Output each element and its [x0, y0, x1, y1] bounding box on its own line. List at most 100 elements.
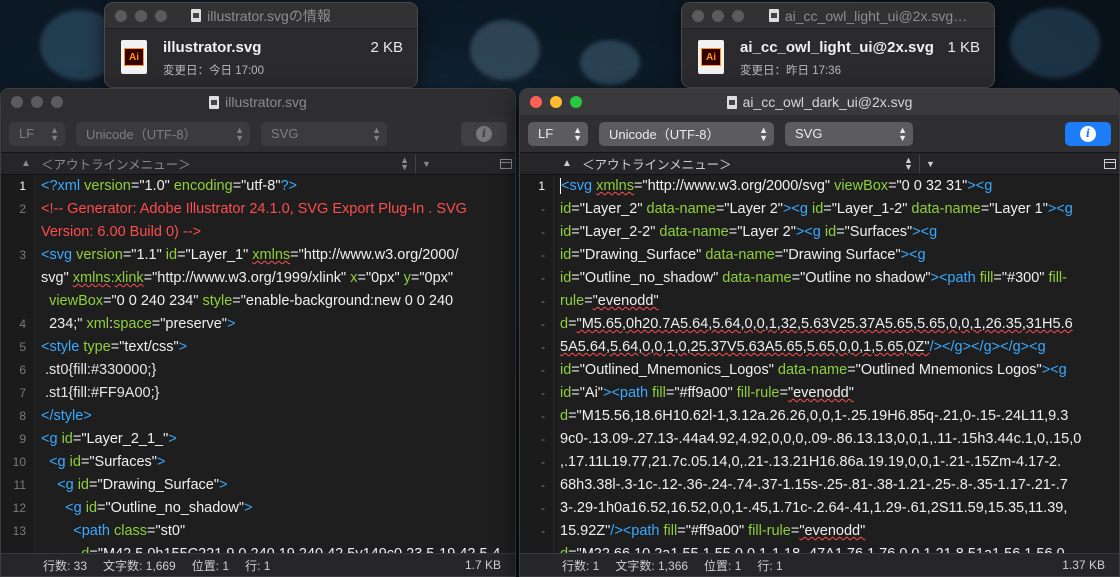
- cursor-row: 行: 1: [245, 558, 271, 573]
- line-number: -: [541, 386, 545, 400]
- illustrator-file-icon: Ai: [121, 40, 147, 74]
- minimize-button[interactable]: [31, 96, 43, 108]
- line-number: -: [541, 478, 545, 492]
- line-number-gutter: 1----------------: [520, 175, 554, 564]
- split-view-button[interactable]: [1101, 155, 1119, 173]
- cursor-row: 行: 1: [757, 558, 783, 573]
- line-number: -: [541, 501, 545, 515]
- editor-title: illustrator.svg: [225, 94, 307, 110]
- editor-titlebar[interactable]: ai_cc_owl_dark_ui@2x.svg: [520, 89, 1119, 115]
- zoom-button[interactable]: [570, 96, 582, 108]
- line-number: -: [541, 455, 545, 469]
- editor-toolbar: LF ▲ ▼ Unicode（UTF-8） ▲ ▼ SVG ▲ ▼ i: [520, 115, 1119, 153]
- updown-icon: ▲ ▼: [235, 124, 244, 143]
- editor-title: ai_cc_owl_dark_ui@2x.svg: [742, 94, 913, 110]
- minimize-button[interactable]: [712, 9, 724, 22]
- code-text[interactable]: <svg xmlns="http://www.w3.org/2000/svg" …: [554, 175, 1119, 564]
- line-number: 9: [19, 432, 26, 446]
- chevron-up-icon[interactable]: ▲: [556, 158, 578, 169]
- modified-date: 変更日：昨日 17:36: [740, 65, 841, 77]
- line-number: -: [541, 524, 545, 538]
- split-icon: [1104, 158, 1116, 169]
- zoom-button[interactable]: [51, 96, 63, 108]
- line-number: -: [541, 225, 545, 239]
- line-ending-select[interactable]: LF ▲ ▼: [9, 121, 65, 146]
- split-view-button[interactable]: [497, 155, 515, 173]
- cursor-position: 位置: 1: [191, 558, 230, 573]
- line-number: 13: [12, 524, 26, 538]
- line-number: 1: [19, 179, 26, 193]
- line-number: 11: [13, 478, 26, 492]
- zoom-button[interactable]: [732, 9, 744, 22]
- chevron-down-icon[interactable]: ▼: [918, 154, 941, 173]
- close-button[interactable]: [530, 96, 542, 108]
- line-number: -: [541, 317, 545, 331]
- line-number: 6: [19, 363, 26, 377]
- line-number: -: [541, 340, 545, 354]
- line-ending-select[interactable]: LF ▲ ▼: [528, 121, 588, 146]
- outline-menu[interactable]: ＜アウトラインメニュー＞: [37, 154, 394, 173]
- syntax-select[interactable]: SVG ▲ ▼: [785, 121, 913, 146]
- modified-date: 変更日：今日 17:00: [163, 65, 264, 77]
- info-button[interactable]: i: [1065, 121, 1111, 146]
- document-icon: [726, 95, 737, 109]
- syntax-select[interactable]: SVG ▲ ▼: [261, 121, 387, 146]
- file-info-window: illustrator.svgの情報 Ai illustrator.svg 変更…: [104, 2, 418, 88]
- document-size: 1.37 KB: [1062, 558, 1105, 572]
- updown-icon: ▲ ▼: [50, 124, 59, 143]
- encoding-select[interactable]: Unicode（UTF-8） ▲ ▼: [76, 121, 250, 146]
- editor-window-left: illustrator.svg LF ▲ ▼ Unicode（UTF-8） ▲ ▼ SV…: [0, 88, 516, 577]
- minimize-button[interactable]: [135, 9, 147, 22]
- file-name: ai_cc_owl_light_ui@2x.svg: [740, 39, 934, 56]
- line-number: -: [541, 202, 545, 216]
- info-button[interactable]: i: [461, 121, 507, 146]
- line-number: 1: [538, 179, 545, 193]
- info-window-title: ai_cc_owl_light_ui@2x.svg…: [784, 7, 968, 24]
- file-size: 1 KB: [947, 39, 980, 56]
- status-bar: 行数: 33 文字数: 1,669 位置: 1 行: 1 1.7 KB: [1, 553, 515, 576]
- line-count: 行数: 33: [43, 558, 88, 573]
- updown-icon: ▲ ▼: [573, 124, 582, 143]
- minimize-button[interactable]: [550, 96, 562, 108]
- char-count: 文字数: 1,366: [615, 558, 689, 573]
- document-icon: [768, 9, 779, 22]
- editor-titlebar[interactable]: illustrator.svg: [1, 89, 515, 115]
- line-number: 2: [19, 202, 26, 216]
- close-button[interactable]: [11, 96, 23, 108]
- close-button[interactable]: [692, 9, 704, 22]
- background-bubble: [1010, 8, 1100, 78]
- status-bar: 行数: 1 文字数: 1,366 位置: 1 行: 1 1.37 KB: [520, 553, 1119, 576]
- document-icon: [191, 9, 202, 22]
- navigation-bar: ▲ ＜アウトラインメニュー＞ ▲ ▼ ▼: [520, 153, 1119, 175]
- char-count: 文字数: 1,669: [103, 558, 176, 573]
- chevron-down-icon[interactable]: ▼: [415, 154, 437, 173]
- updown-icon: ▲ ▼: [904, 154, 913, 172]
- close-button[interactable]: [115, 9, 127, 22]
- line-number: 5: [19, 340, 26, 354]
- chevron-up-icon[interactable]: ▲: [15, 158, 37, 169]
- info-window-titlebar[interactable]: illustrator.svgの情報: [105, 3, 417, 29]
- code-text[interactable]: <?xml version="1.0" encoding="utf-8"?> <…: [35, 175, 515, 564]
- navigation-bar: ▲ ＜アウトラインメニュー＞ ▲ ▼ ▼: [1, 153, 515, 175]
- line-count: 行数: 1: [562, 558, 600, 573]
- line-number: -: [541, 294, 545, 308]
- split-icon: [500, 158, 512, 169]
- code-area[interactable]: 1 2 3 4 5 6 7 8 9 10 11 12 13 <?xml version="1.0" en…: [1, 175, 515, 564]
- line-number: [1, 290, 26, 313]
- info-window-title: illustrator.svgの情報: [207, 7, 331, 24]
- encoding-select[interactable]: Unicode（UTF-8） ▲ ▼: [599, 121, 774, 146]
- code-area[interactable]: 1---------------- <svg xmlns="http://www…: [520, 175, 1119, 564]
- editor-toolbar: LF ▲ ▼ Unicode（UTF-8） ▲ ▼ SVG ▲ ▼ i: [1, 115, 515, 153]
- file-info-window: ai_cc_owl_light_ui@2x.svg… Ai ai_cc_owl_…: [681, 2, 995, 88]
- updown-icon: ▲ ▼: [400, 154, 409, 172]
- info-icon: i: [476, 125, 492, 142]
- info-window-titlebar[interactable]: ai_cc_owl_light_ui@2x.svg…: [682, 3, 994, 29]
- line-number: -: [541, 432, 545, 446]
- zoom-button[interactable]: [155, 9, 167, 22]
- line-number: -: [541, 248, 545, 262]
- line-number: 12: [12, 501, 26, 515]
- outline-menu[interactable]: ＜アウトラインメニュー＞: [578, 154, 898, 173]
- editor-window-right: ai_cc_owl_dark_ui@2x.svg LF ▲ ▼ Unicode（UT…: [519, 88, 1120, 577]
- line-number: -: [541, 271, 545, 285]
- illustrator-file-icon: Ai: [698, 40, 724, 74]
